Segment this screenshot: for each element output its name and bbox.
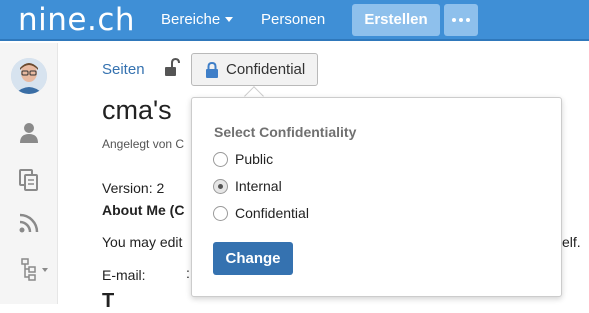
change-button[interactable]: Change <box>213 242 293 275</box>
popup-title: Select Confidentiality <box>214 124 357 140</box>
created-by-text: Angelegt von C <box>102 137 185 151</box>
rss-icon[interactable] <box>17 211 41 235</box>
nav-bereiche-label: Bereiche <box>161 11 221 28</box>
lock-icon <box>205 61 219 79</box>
user-avatar[interactable] <box>11 58 47 94</box>
about-heading: About Me (C <box>102 202 185 218</box>
confidentiality-button-label: Confidential <box>226 61 306 78</box>
version-text: Version: 2 <box>102 180 165 196</box>
section-heading: T <box>102 290 115 312</box>
ellipsis-icon <box>452 18 456 22</box>
radio-confidential[interactable] <box>213 206 228 221</box>
nav-personen[interactable]: Personen <box>261 0 325 41</box>
sidebar <box>0 43 58 304</box>
option-internal-label: Internal <box>235 178 282 194</box>
radio-public[interactable] <box>213 152 228 167</box>
tree-icon[interactable] <box>17 257 51 281</box>
site-logo[interactable]: nine.ch <box>18 0 135 41</box>
option-public-label: Public <box>235 151 274 167</box>
nav-bereiche[interactable]: Bereiche <box>161 0 234 41</box>
breadcrumb-pages-link[interactable]: Seiten <box>102 61 145 78</box>
may-edit-text: You may edit <box>102 234 183 250</box>
confidentiality-button[interactable]: Confidential <box>191 53 318 86</box>
person-icon[interactable] <box>17 120 41 144</box>
pages-icon[interactable] <box>17 168 41 192</box>
nav-personen-label: Personen <box>261 11 326 28</box>
may-edit-text-tail: elf. <box>562 234 581 250</box>
option-confidential-label: Confidential <box>235 205 309 221</box>
unlock-icon[interactable] <box>164 57 180 78</box>
email-value: : <box>186 265 190 281</box>
top-navigation-bar: nine.ch Bereiche Personen Erstellen <box>0 0 589 41</box>
page-title: cma's <box>102 95 172 125</box>
chevron-down-icon <box>225 16 234 22</box>
create-button[interactable]: Erstellen <box>352 4 440 36</box>
confidentiality-popup: Select Confidentiality Public Internal C… <box>191 97 562 297</box>
radio-internal[interactable] <box>213 179 228 194</box>
email-label: E-mail: <box>102 267 146 283</box>
more-button[interactable] <box>444 4 478 36</box>
